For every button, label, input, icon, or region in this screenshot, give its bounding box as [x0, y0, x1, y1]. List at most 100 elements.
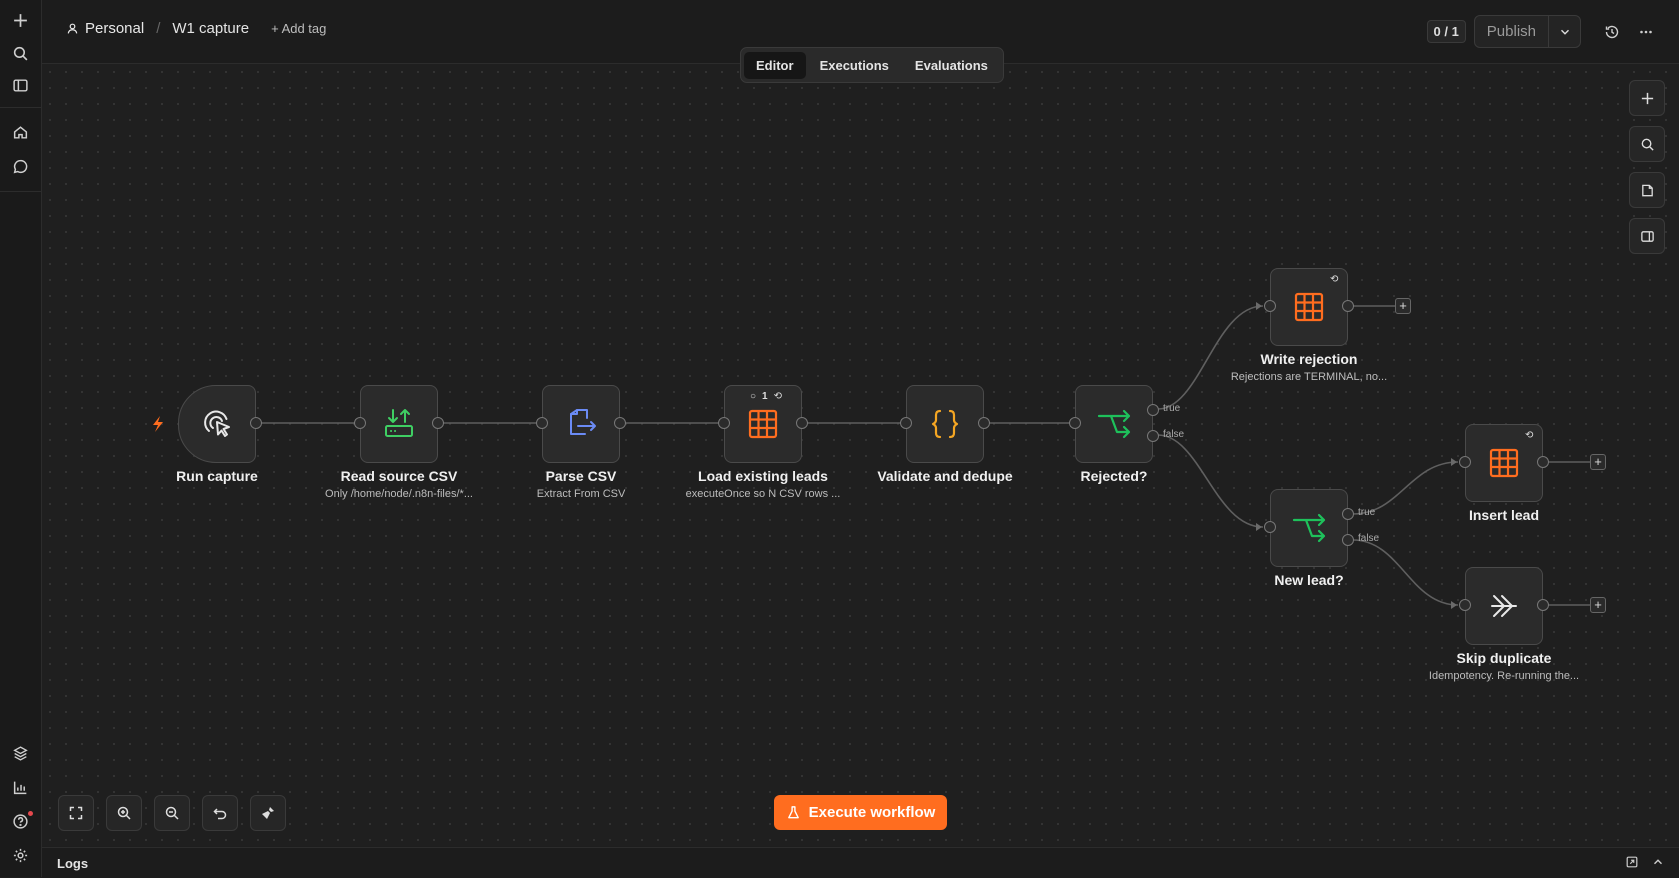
workflow-canvas[interactable]	[42, 64, 1679, 846]
publish-button[interactable]: Publish	[1475, 16, 1548, 47]
node-run-capture[interactable]	[178, 385, 256, 463]
node-title: Validate and dedupe	[877, 468, 1013, 484]
settings-icon[interactable]	[6, 841, 34, 869]
project-link[interactable]: Personal	[66, 20, 144, 37]
node-subtitle: Only /home/node/.n8n-files/*...	[325, 488, 473, 500]
table-icon	[1489, 448, 1519, 478]
sticky-note-button[interactable]	[1629, 172, 1665, 208]
cursor-click-icon	[204, 410, 230, 437]
node-title: Write rejection	[1260, 351, 1358, 367]
false-output-handle[interactable]	[1147, 430, 1159, 442]
notification-dot	[28, 811, 33, 816]
input-handle[interactable]	[1459, 599, 1471, 611]
if-branch-icon	[1097, 409, 1131, 439]
output-handle[interactable]	[796, 417, 808, 429]
output-handle[interactable]	[1342, 300, 1354, 312]
add-node-plus-button[interactable]: +	[1590, 597, 1606, 613]
input-handle[interactable]	[1459, 456, 1471, 468]
active-counter-badge[interactable]: 0 / 1	[1426, 20, 1466, 43]
tab-editor[interactable]: Editor	[744, 51, 806, 79]
view-tabs: Editor Executions Evaluations	[740, 47, 1004, 83]
if-branch-icon	[1292, 513, 1326, 543]
node-new-lead-if[interactable]	[1270, 489, 1348, 567]
zoom-in-icon	[117, 806, 131, 820]
pop-out-icon[interactable]	[1625, 855, 1639, 872]
output-handle[interactable]	[432, 417, 444, 429]
node-title: Skip duplicate	[1456, 650, 1552, 666]
sidebar-toggle-icon[interactable]	[6, 71, 34, 99]
node-subtitle: Extract From CSV	[536, 488, 626, 500]
input-handle[interactable]	[1264, 300, 1276, 312]
branch-label-true: true	[1163, 403, 1181, 414]
breadcrumb-separator: /	[156, 20, 161, 37]
home-icon[interactable]	[6, 118, 34, 146]
tidy-up-button[interactable]	[250, 795, 286, 831]
canvas-bottom-toolbar	[58, 795, 286, 831]
templates-icon[interactable]	[6, 739, 34, 767]
false-output-handle[interactable]	[1342, 534, 1354, 546]
branch-label-false: false	[1163, 429, 1185, 440]
panel-toggle-button[interactable]	[1629, 218, 1665, 254]
loop-icon: ⟲	[1330, 274, 1339, 285]
breadcrumb: Personal / W1 capture + Add tag	[66, 20, 326, 37]
output-handle[interactable]	[614, 417, 626, 429]
add-tag-button[interactable]: + Add tag	[271, 21, 326, 36]
more-options-icon[interactable]	[1629, 16, 1663, 47]
workflow-name[interactable]: W1 capture	[172, 20, 249, 37]
node-validate-and-dedupe[interactable]	[906, 385, 984, 463]
canvas-right-toolbar	[1629, 80, 1665, 264]
node-read-source-csv[interactable]	[360, 385, 438, 463]
zoom-out-icon	[165, 806, 179, 820]
search-nodes-button[interactable]	[1629, 126, 1665, 162]
output-handle[interactable]	[250, 417, 262, 429]
tab-executions[interactable]: Executions	[808, 52, 901, 79]
user-icon	[67, 23, 78, 34]
node-parse-csv[interactable]	[542, 385, 620, 463]
undo-icon	[213, 808, 227, 820]
input-handle[interactable]	[1264, 521, 1276, 533]
logs-panel-bar[interactable]: Logs	[42, 847, 1679, 878]
zoom-out-button[interactable]	[154, 795, 190, 831]
branch-label-false: false	[1358, 533, 1380, 544]
add-icon[interactable]	[6, 6, 34, 34]
add-node-button[interactable]	[1629, 80, 1665, 116]
input-handle[interactable]	[900, 417, 912, 429]
zoom-in-button[interactable]	[106, 795, 142, 831]
left-sidebar	[0, 0, 42, 877]
search-icon[interactable]	[6, 39, 34, 67]
output-handle[interactable]	[1537, 599, 1549, 611]
node-skip-duplicate[interactable]	[1465, 567, 1543, 645]
node-subtitle: Rejections are TERMINAL, no...	[1230, 371, 1388, 383]
insights-icon[interactable]	[6, 773, 34, 801]
input-handle[interactable]	[536, 417, 548, 429]
node-title: Read source CSV	[340, 468, 458, 484]
history-icon[interactable]	[1595, 16, 1629, 47]
undo-button[interactable]	[202, 795, 238, 831]
true-output-handle[interactable]	[1147, 404, 1159, 416]
search-icon	[1641, 138, 1654, 151]
plus-icon	[1641, 92, 1653, 104]
fit-view-button[interactable]	[58, 795, 94, 831]
broom-icon	[262, 807, 274, 819]
tab-evaluations[interactable]: Evaluations	[903, 52, 1000, 79]
chat-icon[interactable]	[6, 152, 34, 180]
add-node-plus-button[interactable]: +	[1395, 298, 1411, 314]
add-node-plus-button[interactable]: +	[1590, 454, 1606, 470]
node-title: Parse CSV	[545, 468, 617, 484]
true-output-handle[interactable]	[1342, 508, 1354, 520]
execute-workflow-button[interactable]: Execute workflow	[774, 795, 947, 830]
chevron-up-icon[interactable]	[1651, 855, 1665, 872]
node-title: Run capture	[176, 468, 258, 484]
output-handle[interactable]	[1537, 456, 1549, 468]
execute-once-icon: ○	[750, 391, 757, 402]
execute-workflow-label: Execute workflow	[808, 804, 936, 821]
input-handle[interactable]	[718, 417, 730, 429]
chevron-down-icon[interactable]	[1548, 16, 1580, 47]
node-title: Rejected?	[1080, 468, 1148, 484]
input-handle[interactable]	[354, 417, 366, 429]
loop-icon: ⟲	[773, 391, 782, 402]
node-rejected-if[interactable]	[1075, 385, 1153, 463]
input-handle[interactable]	[1069, 417, 1081, 429]
publish-split-button: Publish	[1473, 15, 1581, 48]
output-handle[interactable]	[978, 417, 990, 429]
